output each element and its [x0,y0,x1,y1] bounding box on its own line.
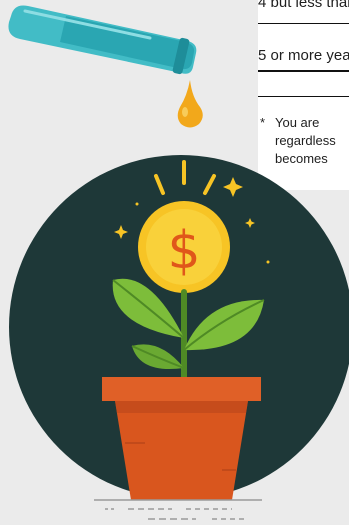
page: 4 but less than 5 5 or more years * You … [0,0,349,525]
growth-illustration: $ [8,5,349,520]
ground-lines [94,499,262,520]
svg-text:$: $ [167,221,200,281]
test-tube-icon [8,5,197,75]
drop-icon [177,80,203,128]
dollar-coin-icon: $ [138,201,230,293]
